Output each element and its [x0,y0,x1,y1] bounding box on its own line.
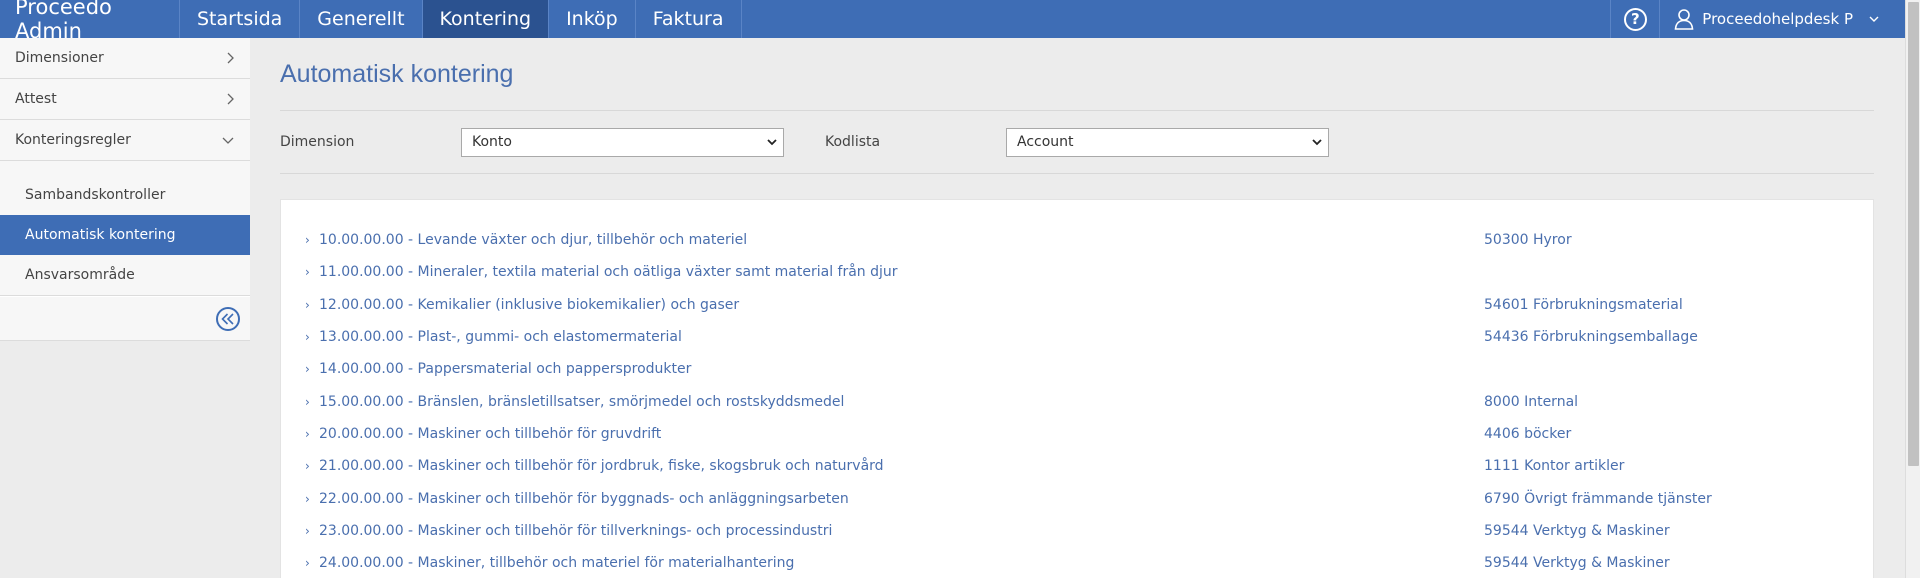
page-scrollbar[interactable] [1905,0,1920,578]
sidebar-item-label: Attest [15,91,57,107]
nav-startsida[interactable]: Startsida [180,0,301,38]
category-link[interactable]: › 21.00.00.00 - Maskiner och tillbehör fö… [281,458,1484,474]
chevron-right-icon: › [305,556,310,571]
category-link[interactable]: › 22.00.00.00 - Maskiner och tillbehör fö… [281,491,1484,507]
nav-generellt[interactable]: Generellt [300,0,423,38]
nav-kontering[interactable]: Kontering [422,0,550,38]
list-item: › 15.00.00.00 - Bränslen, bränsletillsats… [281,385,1873,417]
sidebar-item-dimensioner[interactable]: Dimensioner [0,38,250,79]
sidebar: Dimensioner Attest Konteringsregler Samb… [0,38,250,341]
sidebar-item-konteringsregler[interactable]: Konteringsregler [0,120,250,161]
category-link[interactable]: › 10.00.00.00 - Levande växter och djur, … [281,232,1484,248]
chevron-right-icon: › [305,523,310,538]
category-label: 20.00.00.00 - Maskiner och tillbehör för… [319,425,662,442]
sidebar-item-attest[interactable]: Attest [0,79,250,120]
chevron-down-icon [1869,16,1879,22]
dimension-select[interactable]: Konto [461,127,784,157]
chevron-right-icon: › [305,265,310,280]
chevron-right-icon: › [305,297,310,312]
category-link[interactable]: › 23.00.00.00 - Maskiner och tillbehör fö… [281,523,1484,539]
help-button[interactable]: ? [1610,0,1661,38]
double-chevron-left-icon [221,312,234,325]
list-item: › 10.00.00.00 - Levande växter och djur, … [281,224,1873,256]
account-link[interactable]: 59544 Verktyg & Maskiner [1484,523,1670,539]
filter-bar: Dimension Konto Kodlista Account [280,111,1874,173]
list-item: › 20.00.00.00 - Maskiner och tillbehör fö… [281,418,1873,450]
user-icon [1674,9,1694,30]
category-label: 11.00.00.00 - Mineraler, textila materia… [319,264,898,281]
list-item: › 12.00.00.00 - Kemikalier (inklusive bio… [281,289,1873,321]
category-label: 15.00.00.00 - Bränslen, bränsletillsatse… [319,393,845,410]
chevron-right-icon: › [305,491,310,506]
chevron-right-icon [227,93,234,105]
chevron-right-icon: › [305,426,310,441]
list-item: › 23.00.00.00 - Maskiner och tillbehör fö… [281,515,1873,547]
category-label: 24.00.00.00 - Maskiner, tillbehör och ma… [319,555,795,572]
page-title: Automatisk kontering [280,60,514,88]
account-link[interactable]: 1111 Kontor artikler [1484,458,1624,474]
sidebar-item-label: Dimensioner [15,50,104,66]
sidebar-subitem-automatisk-kontering[interactable]: Automatisk kontering [0,215,250,255]
category-label: 22.00.00.00 - Maskiner och tillbehör för… [319,490,849,507]
collapse-sidebar-button[interactable] [216,306,240,331]
account-link[interactable]: 50300 Hyror [1484,232,1572,248]
category-link[interactable]: › 15.00.00.00 - Bränslen, bränsletillsats… [281,394,1484,410]
category-list-panel: › 10.00.00.00 - Levande växter och djur, … [280,199,1874,578]
nav-faktura[interactable]: Faktura [636,0,742,38]
category-link[interactable]: › 11.00.00.00 - Mineraler, textila materi… [281,264,1484,280]
dimension-select-value: Konto [472,134,512,150]
kodlista-select[interactable]: Account [1006,127,1329,157]
category-link[interactable]: › 14.00.00.00 - Pappersmaterial och pappe… [281,361,1484,377]
main-content: Automatisk kontering Dimension Konto Kod… [280,38,1874,578]
chevron-right-icon: › [305,362,310,377]
divider [280,173,1874,174]
chevron-right-icon: › [305,330,310,345]
navbar-spacer [742,0,1611,38]
chevron-down-icon [1312,138,1322,145]
list-item: › 14.00.00.00 - Pappersmaterial och pappe… [281,353,1873,385]
category-label: 21.00.00.00 - Maskiner och tillbehör för… [319,458,884,475]
category-label: 10.00.00.00 - Levande växter och djur, t… [319,232,748,249]
scrollbar-thumb[interactable] [1908,2,1919,466]
user-name: Proceedohelpdesk P [1702,10,1853,28]
account-link[interactable]: 54601 Förbrukningsmaterial [1484,297,1683,313]
dimension-label: Dimension [280,134,355,150]
chevron-down-icon [767,138,777,145]
category-label: 14.00.00.00 - Pappersmaterial och papper… [319,361,692,378]
list-item: › 21.00.00.00 - Maskiner och tillbehör fö… [281,450,1873,482]
user-menu[interactable]: Proceedohelpdesk P [1660,0,1905,38]
list-item: › 24.00.00.00 - Maskiner, tillbehör och m… [281,547,1873,578]
account-link[interactable]: 6790 Övrigt främmande tjänster [1484,491,1712,507]
app-brand[interactable]: Proceedo Admin [0,0,180,43]
list-item: › 11.00.00.00 - Mineraler, textila materi… [281,256,1873,288]
category-label: 13.00.00.00 - Plast-, gummi- och elastom… [319,329,682,346]
sidebar-subitem-ansvarsomrade[interactable]: Ansvarsområde [0,255,250,295]
list-item: › 22.00.00.00 - Maskiner och tillbehör fö… [281,482,1873,514]
category-link[interactable]: › 24.00.00.00 - Maskiner, tillbehör och m… [281,555,1484,571]
account-link[interactable]: 54436 Förbrukningsemballage [1484,329,1698,345]
chevron-right-icon: › [305,233,310,248]
category-link[interactable]: › 20.00.00.00 - Maskiner och tillbehör fö… [281,426,1484,442]
sidebar-subitem-sambandskontroller[interactable]: Sambandskontroller [0,175,250,215]
category-label: 23.00.00.00 - Maskiner och tillbehör för… [319,522,833,539]
category-link[interactable]: › 12.00.00.00 - Kemikalier (inklusive bio… [281,297,1484,313]
nav-inkop[interactable]: Inköp [549,0,636,38]
help-icon: ? [1623,7,1647,31]
sidebar-collapse-bar [0,296,250,341]
account-link[interactable]: 4406 böcker [1484,426,1571,442]
chevron-right-icon: › [305,459,310,474]
sidebar-submenu: Sambandskontroller Automatisk kontering … [0,161,250,296]
sidebar-item-label: Konteringsregler [15,132,131,148]
list-item: › 13.00.00.00 - Plast-, gummi- och elasto… [281,321,1873,353]
account-link[interactable]: 59544 Verktyg & Maskiner [1484,555,1670,571]
account-link[interactable]: 8000 Internal [1484,394,1578,410]
top-navbar: Proceedo Admin Startsida Generellt Konte… [0,0,1905,43]
category-link[interactable]: › 13.00.00.00 - Plast-, gummi- och elasto… [281,329,1484,345]
category-label: 12.00.00.00 - Kemikalier (inklusive biok… [319,296,740,313]
kodlista-select-value: Account [1017,134,1074,150]
chevron-right-icon [227,52,234,64]
chevron-right-icon: › [305,394,310,409]
chevron-down-icon [222,137,234,144]
kodlista-label: Kodlista [825,134,881,150]
